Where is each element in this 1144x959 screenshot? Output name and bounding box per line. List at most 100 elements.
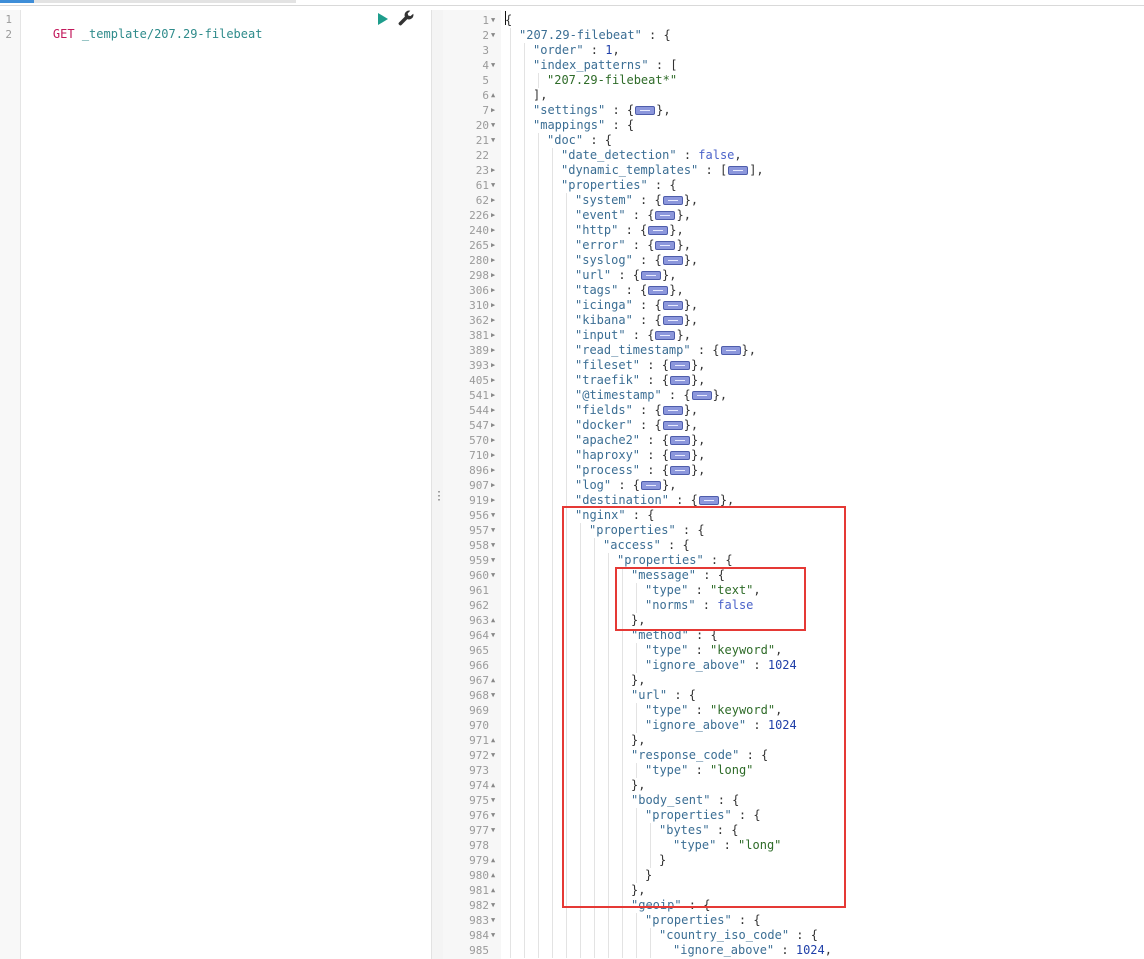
collapsed-placeholder-icon[interactable] [669, 436, 690, 445]
code-line: "properties" : { [645, 913, 761, 928]
fold-collapse-icon[interactable]: ▼ [491, 688, 495, 703]
request-editor[interactable]: 1 2 GET _template/207.29-filebeat [0, 10, 431, 959]
collapsed-placeholder-icon[interactable] [641, 271, 662, 280]
collapsed-placeholder-icon[interactable] [669, 376, 690, 385]
collapsed-placeholder-icon[interactable] [698, 496, 719, 505]
fold-collapse-icon[interactable]: ▼ [491, 568, 495, 583]
fold-collapse-icon[interactable]: ▼ [491, 538, 495, 553]
indent-guide [636, 913, 637, 958]
fold-expand-icon[interactable]: ▶ [491, 373, 495, 388]
fold-expand-icon[interactable]: ▶ [491, 328, 495, 343]
fold-end-icon[interactable]: ▲ [491, 88, 495, 103]
fold-expand-icon[interactable]: ▶ [491, 193, 495, 208]
collapsed-placeholder-icon[interactable] [669, 466, 690, 475]
play-icon[interactable] [378, 13, 388, 25]
response-line-number: 984 [469, 929, 489, 942]
fold-end-icon[interactable]: ▲ [491, 673, 495, 688]
fold-expand-icon[interactable]: ▶ [491, 463, 495, 478]
fold-collapse-icon[interactable]: ▼ [491, 508, 495, 523]
collapsed-placeholder-icon[interactable] [691, 391, 712, 400]
request-line[interactable]: GET _template/207.29-filebeat [24, 12, 263, 41]
code-token: "syslog" [575, 253, 633, 267]
collapsed-placeholder-icon[interactable] [662, 316, 683, 325]
fold-expand-icon[interactable]: ▶ [491, 418, 495, 433]
code-line: "http" : {}, [575, 223, 684, 238]
response-line-number: 20 [475, 119, 489, 132]
collapsed-placeholder-icon[interactable] [662, 406, 683, 415]
collapsed-placeholder-icon[interactable] [728, 166, 749, 175]
response-line-number: 21 [475, 134, 489, 147]
collapsed-placeholder-icon[interactable] [655, 241, 676, 250]
fold-expand-icon[interactable]: ▶ [491, 433, 495, 448]
fold-expand-icon[interactable]: ▶ [491, 223, 495, 238]
collapsed-placeholder-icon[interactable] [655, 331, 676, 340]
code-token: }, [669, 283, 684, 297]
code-token: , [612, 43, 620, 57]
fold-expand-icon[interactable]: ▶ [491, 268, 495, 283]
collapsed-placeholder-icon[interactable] [669, 451, 690, 460]
fold-end-icon[interactable]: ▲ [491, 883, 495, 898]
collapsed-placeholder-icon[interactable] [662, 301, 683, 310]
fold-collapse-icon[interactable]: ▼ [491, 118, 495, 133]
fold-expand-icon[interactable]: ▶ [491, 343, 495, 358]
fold-end-icon[interactable]: ▲ [491, 733, 495, 748]
response-line-number: 982 [469, 899, 489, 912]
collapsed-placeholder-icon[interactable] [662, 256, 683, 265]
active-tab-indicator[interactable] [0, 0, 34, 3]
fold-collapse-icon[interactable]: ▼ [491, 628, 495, 643]
collapsed-placeholder-icon[interactable] [648, 286, 669, 295]
collapsed-placeholder-icon[interactable] [635, 106, 656, 115]
collapsed-placeholder-icon[interactable] [655, 211, 676, 220]
collapsed-placeholder-icon[interactable] [669, 361, 690, 370]
collapsed-placeholder-icon[interactable] [662, 196, 683, 205]
fold-expand-icon[interactable]: ▶ [491, 478, 495, 493]
fold-collapse-icon[interactable]: ▼ [491, 553, 495, 568]
code-token: "dynamic_templates" [561, 163, 699, 177]
fold-expand-icon[interactable]: ▶ [491, 238, 495, 253]
fold-collapse-icon[interactable]: ▼ [491, 793, 495, 808]
collapsed-placeholder-icon[interactable] [641, 481, 662, 490]
collapsed-placeholder-icon[interactable] [648, 226, 669, 235]
fold-expand-icon[interactable]: ▶ [491, 448, 495, 463]
fold-end-icon[interactable]: ▲ [491, 853, 495, 868]
fold-collapse-icon[interactable]: ▼ [491, 748, 495, 763]
code-line: "country_iso_code" : { [659, 928, 818, 943]
fold-expand-icon[interactable]: ▶ [491, 163, 495, 178]
fold-collapse-icon[interactable]: ▼ [491, 178, 495, 193]
fold-collapse-icon[interactable]: ▼ [491, 523, 495, 538]
fold-end-icon[interactable]: ▲ [491, 778, 495, 793]
code-line: "process" : {}, [575, 463, 705, 478]
fold-collapse-icon[interactable]: ▼ [491, 808, 495, 823]
fold-expand-icon[interactable]: ▶ [491, 313, 495, 328]
fold-expand-icon[interactable]: ▶ [491, 283, 495, 298]
code-token: "icinga" [575, 298, 633, 312]
fold-collapse-icon[interactable]: ▼ [491, 823, 495, 838]
fold-collapse-icon[interactable]: ▼ [491, 133, 495, 148]
wrench-icon[interactable] [397, 9, 415, 27]
fold-collapse-icon[interactable]: ▼ [491, 928, 495, 943]
fold-expand-icon[interactable]: ▶ [491, 493, 495, 508]
fold-collapse-icon[interactable]: ▼ [491, 13, 495, 28]
code-token: }, [690, 448, 706, 462]
fold-collapse-icon[interactable]: ▼ [491, 58, 495, 73]
fold-expand-icon[interactable]: ▶ [491, 358, 495, 373]
fold-expand-icon[interactable]: ▶ [491, 253, 495, 268]
fold-collapse-icon[interactable]: ▼ [491, 898, 495, 913]
response-line-number: 981 [469, 884, 489, 897]
response-line-number: 1 [482, 14, 489, 27]
collapsed-placeholder-icon[interactable] [662, 421, 683, 430]
fold-end-icon[interactable]: ▲ [491, 613, 495, 628]
fold-expand-icon[interactable]: ▶ [491, 208, 495, 223]
response-line-number: 968 [469, 689, 489, 702]
fold-end-icon[interactable]: ▲ [491, 868, 495, 883]
code-token: }, [690, 373, 706, 387]
fold-collapse-icon[interactable]: ▼ [491, 913, 495, 928]
response-line-number: 907 [469, 479, 489, 492]
code-line: "settings" : {}, [533, 103, 671, 118]
fold-expand-icon[interactable]: ▶ [491, 403, 495, 418]
collapsed-placeholder-icon[interactable] [720, 346, 741, 355]
fold-expand-icon[interactable]: ▶ [491, 298, 495, 313]
fold-collapse-icon[interactable]: ▼ [491, 28, 495, 43]
fold-expand-icon[interactable]: ▶ [491, 103, 495, 118]
fold-expand-icon[interactable]: ▶ [491, 388, 495, 403]
